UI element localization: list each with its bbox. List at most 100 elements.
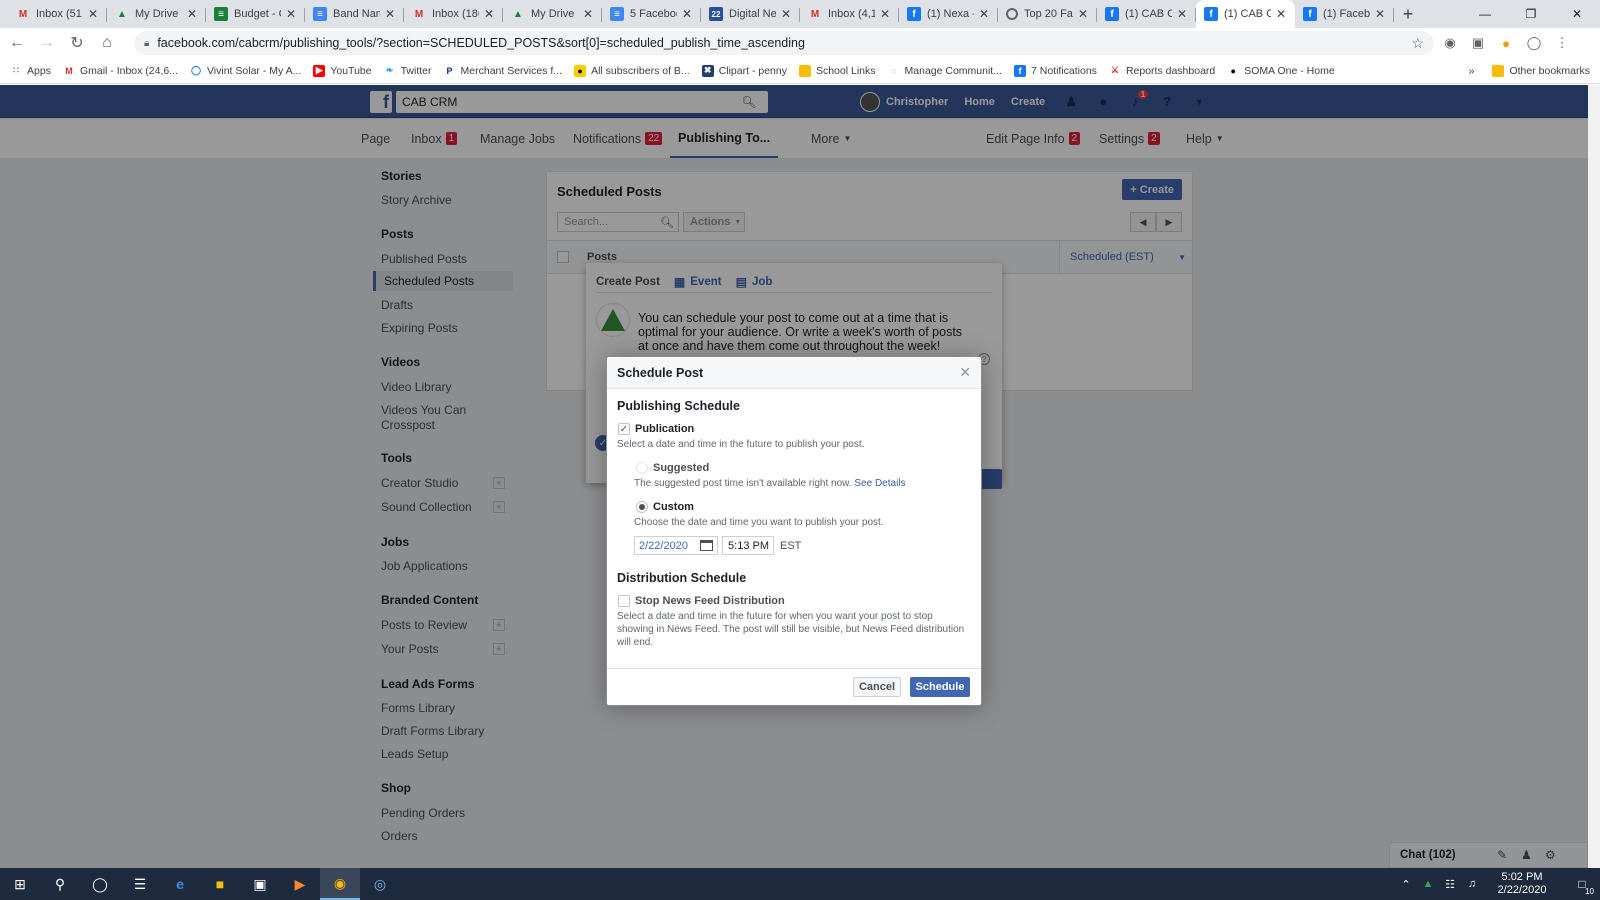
action-center-icon[interactable]: □ 10 [1564, 868, 1600, 900]
bookmark-item[interactable]: ● All subscribers of B... [574, 64, 690, 77]
forward-button[interactable]: → [34, 30, 60, 56]
close-tab-icon[interactable]: ✕ [978, 7, 990, 21]
tab-title: Inbox (186 [432, 8, 479, 20]
cancel-button[interactable]: Cancel [853, 677, 901, 697]
gmail-favicon-icon: M [414, 8, 424, 20]
calendar-icon[interactable] [700, 540, 713, 551]
browser-tab[interactable]: ≡ 5 Faceboo ✕ [602, 0, 701, 28]
suggested-radio[interactable] [636, 462, 648, 474]
stop-distribution-checkbox[interactable] [618, 595, 630, 607]
browser-tab[interactable]: ▲ My Drive - ✕ [503, 0, 602, 28]
bookmark-item[interactable]: P Merchant Services f... [444, 65, 563, 77]
close-tab-icon[interactable]: ✕ [285, 7, 297, 21]
close-tab-icon[interactable]: ✕ [681, 7, 693, 21]
task-view-icon[interactable]: ☰ [120, 868, 160, 900]
close-icon[interactable]: ✕ [959, 364, 971, 381]
taskbar-clock[interactable]: 5:02 PM 2/22/2020 [1484, 871, 1560, 897]
extension-reader-icon[interactable]: ▣ [1466, 31, 1490, 55]
browser-menu-icon[interactable]: ⋮ [1550, 31, 1574, 55]
date-input[interactable]: 2/22/2020 [634, 536, 718, 555]
bookmarks-overflow-button[interactable]: » [1469, 65, 1475, 77]
browser-tab[interactable]: M Inbox (51,5 ✕ [8, 0, 107, 28]
browser-tab[interactable]: f (1) Nexa - ✕ [899, 0, 998, 28]
browser-tab[interactable]: ≡ Budget - G ✕ [206, 0, 305, 28]
bookmark-item[interactable]: ▶ YouTube [313, 64, 372, 77]
cortana-icon[interactable]: ◯ [80, 868, 120, 900]
browser-tab[interactable]: ≡ Band Nam ✕ [305, 0, 404, 28]
time-input[interactable]: 5:13 PM [722, 536, 774, 555]
google-drive-icon[interactable]: ▲ [1418, 878, 1438, 890]
close-tab-icon[interactable]: ✕ [780, 7, 792, 21]
close-tab-icon[interactable]: ✕ [483, 7, 495, 21]
bookmark-item[interactable]: ❧ Twitter [384, 65, 432, 77]
browser-tab-strip: M Inbox (51,5 ✕ ▲ My Drive - ✕ ≡ Budget - G ✕ ≡ Ba… [0, 0, 1600, 28]
new-tab-button[interactable]: + [1394, 0, 1422, 28]
windows-start-icon[interactable]: ⊞ [0, 868, 40, 900]
close-tab-icon[interactable]: ✕ [1374, 7, 1386, 21]
page-scrollbar[interactable] [1588, 85, 1600, 868]
news-favicon-icon: 22 [709, 7, 723, 21]
stop-distribution-label[interactable]: Stop News Feed Distribution [635, 595, 785, 607]
publication-checkbox[interactable]: ✓ [618, 423, 630, 435]
chrome-icon[interactable]: ◉ [320, 868, 360, 900]
custom-label[interactable]: Custom [653, 501, 694, 513]
close-tab-icon[interactable]: ✕ [582, 7, 594, 21]
media-player-icon[interactable]: ▶ [280, 868, 320, 900]
profile-avatar-icon[interactable]: ◯ [1522, 31, 1546, 55]
see-details-link[interactable]: See Details [854, 478, 905, 489]
bookmark-item[interactable]: ● SOMA One - Home [1227, 65, 1335, 77]
browser-tab[interactable]: f (1) CAB CR ✕ [1196, 0, 1295, 28]
custom-radio[interactable] [636, 501, 648, 513]
close-tab-icon[interactable]: ✕ [87, 7, 99, 21]
tray-expand-icon[interactable]: ⌃ [1396, 878, 1416, 891]
extension-abp-icon[interactable]: ◉ [1438, 31, 1462, 55]
file-explorer-icon[interactable]: ■ [200, 868, 240, 900]
other-bookmarks-folder[interactable]: Other bookmarks [1492, 65, 1590, 77]
close-tab-icon[interactable]: ✕ [879, 7, 891, 21]
tab-title: Budget - G [234, 8, 281, 20]
browser-tab[interactable]: f (1) CAB CR ✕ [1097, 0, 1196, 28]
close-window-button[interactable]: ✕ [1554, 0, 1600, 28]
schedule-button[interactable]: Schedule [910, 677, 970, 697]
reload-button[interactable]: ↻ [64, 30, 90, 56]
bookmark-item[interactable]: ✖ Clipart - penny [701, 64, 787, 77]
edge-browser-icon[interactable]: e [160, 868, 200, 900]
bookmark-item[interactable]: ∷ Apps [10, 65, 51, 77]
app-icon[interactable]: ◎ [360, 868, 400, 900]
close-tab-icon[interactable]: ✕ [186, 7, 198, 21]
back-button[interactable]: ← [4, 30, 30, 56]
browser-tab[interactable]: M Inbox (4,1 ✕ [800, 0, 899, 28]
gmail-favicon-icon: M [18, 8, 28, 20]
address-bar[interactable]: 🔒︎ facebook.com/cabcrm/publishing_tools/… [134, 31, 1434, 55]
twitter-icon: ❧ [385, 65, 394, 75]
bookmark-label: School Links [815, 64, 876, 77]
minimize-button[interactable]: — [1462, 0, 1508, 28]
wifi-icon[interactable]: ☷ [1440, 878, 1460, 891]
publication-label[interactable]: Publication [635, 423, 694, 435]
suggested-label[interactable]: Suggested [653, 462, 709, 474]
bookmark-item[interactable]: f 7 Notifications [1013, 64, 1097, 77]
close-tab-icon[interactable]: ✕ [1176, 7, 1188, 21]
bookmark-item[interactable]: ◯ Vivint Solar - My A... [190, 65, 301, 77]
bookmark-item[interactable]: M Gmail - Inbox (24,6... [63, 65, 178, 77]
browser-tab[interactable]: ▲ My Drive - ✕ [107, 0, 206, 28]
bookmark-item[interactable]: ◌ Manage Communit... [888, 65, 1002, 77]
tab-title: 5 Faceboo [630, 8, 677, 20]
close-tab-icon[interactable]: ✕ [384, 7, 396, 21]
bookmark-star-icon[interactable]: ☆ [1411, 35, 1424, 52]
bookmark-item[interactable]: ⚔ Reports dashboard [1109, 65, 1215, 77]
extension-color-icon[interactable]: ● [1494, 31, 1518, 55]
restore-button[interactable]: ❐ [1508, 0, 1554, 28]
browser-tab[interactable]: Top 20 Fa ✕ [998, 0, 1097, 28]
close-tab-icon[interactable]: ✕ [1275, 7, 1287, 21]
tab-title: Top 20 Fa [1024, 8, 1073, 20]
close-tab-icon[interactable]: ✕ [1077, 7, 1089, 21]
search-icon[interactable]: ⚲ [40, 868, 80, 900]
browser-tab[interactable]: f (1) Facebo ✕ [1295, 0, 1394, 28]
browser-tab[interactable]: M Inbox (186 ✕ [404, 0, 503, 28]
browser-tab[interactable]: 22 Digital Ne ✕ [701, 0, 800, 28]
home-button[interactable]: ⌂ [94, 30, 120, 56]
volume-icon[interactable]: ♫ [1462, 878, 1482, 890]
store-icon[interactable]: ▣ [240, 868, 280, 900]
bookmark-item[interactable]: School Links [798, 64, 876, 77]
